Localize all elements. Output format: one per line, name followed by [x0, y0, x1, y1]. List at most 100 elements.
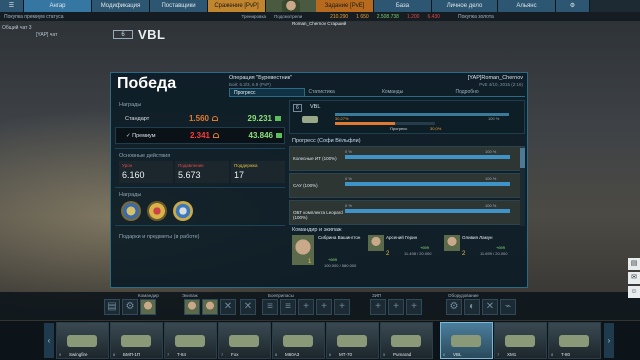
buy-premium-link[interactable]: Покупка премиум статуса — [4, 14, 64, 20]
crew-title: Командир и экипаж — [292, 227, 342, 233]
tab-suppliers[interactable]: Поставщики — [150, 0, 208, 12]
progress-label: Колесные ИТ (100%) — [293, 156, 337, 161]
medals-label: Награды — [119, 192, 142, 198]
action-name: Подавление — [178, 163, 204, 168]
medal-icon[interactable] — [147, 201, 167, 221]
resource-strip: Покупка премиум статуса Тренировка Подсм… — [0, 12, 640, 21]
vehicle-name: XM1 — [507, 352, 517, 357]
divider — [115, 148, 285, 149]
add-slot-plus-icon[interactable]: + — [334, 299, 350, 315]
equipment-slot[interactable]: ◐ — [464, 299, 480, 315]
vehicle-card[interactable]: 8 БМП-1П — [110, 322, 163, 359]
chat-channel[interactable]: [YAP] чат — [36, 32, 70, 38]
tab-modification[interactable]: Модификация — [92, 0, 150, 12]
reward-exp: 2.341 — [189, 131, 210, 140]
add-slot-plus-icon[interactable]: + — [406, 299, 422, 315]
vehicle-tier: 8 — [275, 352, 278, 357]
crew-level: 1 — [308, 259, 312, 265]
tab-statistics[interactable]: Статистика — [305, 88, 379, 96]
vehicle-tier: 7 — [497, 352, 500, 357]
reward-standard: Стандарт 1.560 29.231 — [115, 110, 285, 127]
loadout-tool-button[interactable]: ▤ — [104, 299, 120, 315]
ammo-slot[interactable]: ≡ — [280, 299, 296, 315]
tank-icon — [451, 335, 481, 347]
avatar — [368, 235, 384, 251]
crew-xp: +699 — [420, 245, 430, 250]
rewards-column: Награды Стандарт 1.560 29.231 ✓ Премиум … — [115, 100, 285, 286]
tab-battle-pvp[interactable]: Сражение [PvP] — [208, 0, 266, 12]
action-suppression: Подавление 5.673 — [175, 161, 229, 183]
add-slot-plus-icon[interactable]: + — [370, 299, 386, 315]
vehicle-name: Pumarad — [393, 352, 412, 357]
crew-level: 2 — [462, 251, 466, 257]
equipment-slot[interactable]: ⌁ — [500, 299, 516, 315]
crew-total: 11.699 / 20.000 — [480, 251, 508, 256]
medal-icon[interactable] — [173, 201, 193, 221]
buy-gold-link[interactable]: Покупка золота — [458, 14, 494, 20]
progress-item: САУ (100%) 0 % 100 % — [289, 173, 525, 198]
results-tabs: Прогресс Статистика Команды Подробно — [229, 88, 525, 97]
tank-icon — [505, 335, 535, 347]
progress-right: 100 % — [485, 176, 497, 181]
progress-label: САУ (100%) — [293, 183, 318, 188]
crew-card[interactable]: Сибрина Вашингтон 1 +699 100.000 / 580.0… — [292, 235, 364, 269]
progress-track — [345, 155, 510, 159]
add-slot-plus-icon[interactable]: + — [388, 299, 404, 315]
chat-icon[interactable]: ✉ — [628, 272, 640, 284]
vehicle-card[interactable]: 9 Swingfire — [56, 322, 109, 359]
menu-button[interactable]: ☰ — [0, 0, 24, 12]
notifications-icon[interactable]: ▤ — [628, 258, 640, 270]
crew-card[interactable]: Арсений Герин +699 2 11.498 / 20.000 — [368, 235, 440, 269]
vehicle-card[interactable]: 7 T-84 — [164, 322, 217, 359]
settings-button[interactable]: ⚙ — [556, 0, 590, 12]
progress-title: Прогресс (Софи Вёльфли) — [292, 138, 361, 144]
carousel-next-button[interactable]: › — [604, 323, 614, 358]
tab-details[interactable]: Подробно — [452, 88, 526, 96]
reward-premium: ✓ Премиум 2.341 43.846 — [115, 127, 285, 144]
ammo-slot[interactable]: ≡ — [262, 299, 278, 315]
vehicle-card[interactable]: 5 Pumarad — [380, 322, 433, 359]
equipment-slot[interactable]: ⚙ — [446, 299, 462, 315]
vehicle-card[interactable]: 8 T-80 — [548, 322, 601, 359]
vehicle-card[interactable]: 7 Fox — [218, 322, 271, 359]
vehicle-tier-badge: 6 — [113, 30, 133, 39]
add-slot-plus-icon[interactable]: + — [298, 299, 314, 315]
vehicle-tier: 6 — [329, 352, 332, 357]
player-name: [YAP]Roman_Chernov — [467, 75, 523, 81]
empty-slot-x-icon[interactable]: ✕ — [240, 299, 256, 315]
rewards-label: Награды — [119, 102, 142, 108]
tab-alliance[interactable]: Альянс — [498, 0, 556, 12]
progress-scrollbar[interactable] — [520, 148, 525, 226]
vehicle-card[interactable]: 8 M60A3 — [272, 322, 325, 359]
crew-card[interactable]: Оливия Ламун +699 2 11.699 / 20.000 — [444, 235, 516, 269]
profile-caption-right: Подсмотрели — [274, 14, 303, 19]
chat-group[interactable]: Общий чат 3 — [2, 25, 70, 31]
progress-right: 100 % — [485, 149, 497, 154]
empty-slot-x-icon[interactable]: ✕ — [220, 299, 236, 315]
settings-icon[interactable]: ⚙ — [122, 299, 138, 315]
divider — [115, 187, 285, 188]
crew-slot[interactable] — [202, 299, 218, 315]
tab-mission-pve[interactable]: Задание [PvE] — [316, 0, 374, 12]
tab-personal-file[interactable]: Личное дело — [432, 0, 498, 12]
add-slot-plus-icon[interactable]: + — [316, 299, 332, 315]
tab-teams[interactable]: Команды — [378, 88, 452, 96]
vehicle-card[interactable]: 6 МТ-70 — [326, 322, 379, 359]
progress-left: 0 % — [345, 203, 352, 208]
vehicle-card-selected[interactable]: 6 VBL — [440, 322, 493, 359]
vehicle-tier-badge: 6 — [293, 104, 302, 112]
tank-icon — [67, 335, 97, 347]
action-support: Поддержка 17 — [231, 161, 285, 183]
tab-hangar[interactable]: Ангар — [24, 0, 92, 12]
player-avatar[interactable] — [266, 0, 316, 14]
vehicle-card[interactable]: 7 XM1 — [494, 322, 547, 359]
carousel-prev-button[interactable]: ‹ — [44, 323, 54, 358]
commander-slot[interactable] — [140, 299, 156, 315]
action-value: 6.160 — [122, 170, 145, 180]
empty-slot-x-icon[interactable]: ✕ — [482, 299, 498, 315]
crew-slot[interactable] — [184, 299, 200, 315]
tab-progress[interactable]: Прогресс — [229, 88, 305, 96]
tab-base[interactable]: База — [374, 0, 432, 12]
medal-icon[interactable] — [121, 201, 141, 221]
contacts-icon[interactable]: ☺ — [628, 286, 640, 298]
